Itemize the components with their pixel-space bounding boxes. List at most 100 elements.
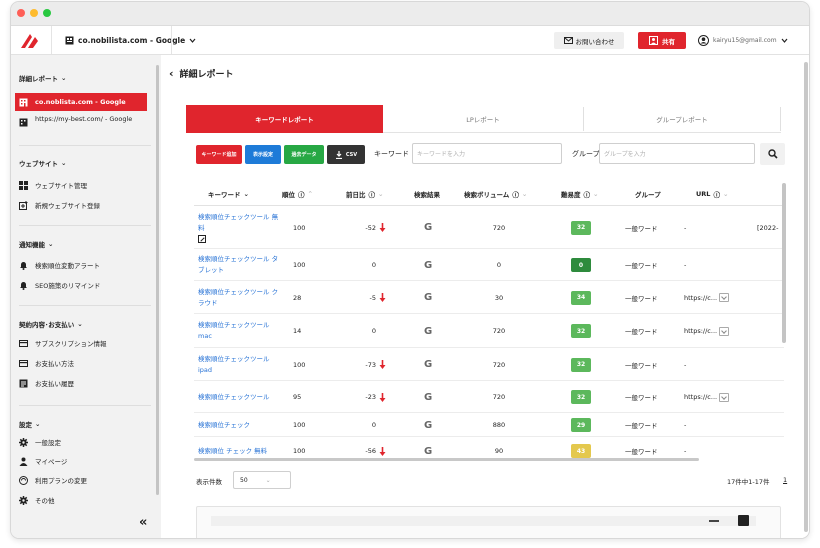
keyword-link[interactable]: 検索順位チェックツール タブレット [198, 254, 284, 276]
google-icon[interactable]: G [424, 292, 432, 303]
tab-group-report[interactable]: グループレポート [583, 105, 781, 133]
tab-keyword-report[interactable]: キーワードレポート [186, 105, 383, 133]
per-page-select[interactable]: 50 ⌄ [233, 471, 291, 489]
share-button[interactable]: 共有 [638, 32, 686, 49]
table-row[interactable]: 検索順位チェックツール タブレット 100 0 G 0 0 一般ワード - [194, 249, 784, 281]
add-keyword-button[interactable]: キーワード追加 [196, 145, 242, 164]
sidebar-website-heading[interactable]: ウェブサイト ⌄ [19, 158, 66, 168]
difficulty-badge: 32 [571, 324, 591, 338]
collapse-sidebar-icon[interactable]: « [139, 515, 147, 530]
column-header-volume[interactable]: 検索ボリューム ⓘ ⌄ [464, 183, 527, 205]
google-icon[interactable]: G [424, 359, 432, 370]
table-row[interactable]: 検索順位チェック 100 0 G 880 29 一般ワード - [194, 413, 784, 437]
sidebar-report-heading[interactable]: 詳細レポート ⌄ [19, 73, 66, 83]
header-label: 検索ボリューム [464, 191, 510, 199]
logo-icon[interactable] [19, 31, 39, 50]
google-icon[interactable]: G [424, 392, 432, 403]
column-header-difficulty[interactable]: 難易度 ⓘ ⌄ [561, 183, 598, 205]
csv-button[interactable]: CSV [327, 145, 365, 164]
sidebar-item-other[interactable]: その他 [19, 495, 55, 505]
volume-value: 720 [492, 393, 506, 401]
display-settings-button[interactable]: 表示設定 [245, 145, 281, 164]
change-value: 0 [371, 421, 376, 429]
page-scrollbar[interactable] [804, 62, 808, 532]
volume-value: 0 [496, 261, 502, 269]
google-icon[interactable]: G [424, 420, 432, 431]
sidebar-item-general[interactable]: 一般設定 [19, 437, 61, 447]
column-header-url[interactable]: URL ⓘ ⌄ [696, 183, 728, 205]
sidebar-settings-heading[interactable]: 設定 ⌄ [19, 419, 40, 429]
table-row[interactable]: 検索順位チェックツール 無料 100 -52 G 720 32 一般ワード - [2022- [194, 206, 784, 249]
sidebar-item-rank-alert[interactable]: 検索順位変動アラート [19, 260, 100, 270]
group-filter-label: グループ [572, 150, 600, 158]
edit-icon[interactable] [198, 235, 206, 243]
column-header-change[interactable]: 前日比 ⓘ ⌄ [346, 183, 383, 205]
table-row[interactable]: 検索順位 チェック 無料 100 -56 G 90 43 一般ワード - [194, 437, 784, 459]
site-selector[interactable]: co.nobilista.com - Google [65, 36, 196, 45]
chevron-down-icon: ⌄ [243, 190, 249, 198]
group-input[interactable]: グループを入力 [599, 143, 755, 164]
keyword-link[interactable]: 検索順位チェックツール クラウド [198, 287, 284, 309]
grid-icon [19, 180, 28, 190]
keyword-link[interactable]: 検索順位チェック [198, 420, 284, 431]
sidebar-contract-heading[interactable]: 契約内容･お支払い ⌄ [19, 319, 83, 329]
google-icon[interactable]: G [424, 446, 432, 457]
table-row[interactable]: 検索順位チェックツール ipad 100 -73 G 720 32 一般ワード - [194, 348, 784, 381]
url-value: - [684, 360, 687, 369]
sidebar-item-mypage[interactable]: マイページ [19, 456, 67, 466]
keyword-input[interactable]: キーワードを入力 [412, 143, 562, 164]
sidebar-item-site-manage[interactable]: ウェブサイト管理 [19, 180, 87, 190]
keyword-link[interactable]: 検索順位チェックツール mac [198, 320, 284, 342]
url-dropdown-icon[interactable] [719, 392, 730, 402]
sidebar-item-seo-remind[interactable]: SEO施策のリマインド [19, 280, 100, 290]
main-content: ‹ 詳細レポート キーワードレポート LPレポート グループレポート キーワード… [161, 55, 809, 538]
tab-lp-report[interactable]: LPレポート [383, 105, 583, 133]
minimize-window-button[interactable] [30, 9, 38, 17]
sidebar-notify-heading[interactable]: 通知機能 ⌄ [19, 239, 53, 249]
rank-value: 28 [293, 293, 302, 302]
maximize-window-button[interactable] [43, 9, 51, 17]
google-icon[interactable]: G [424, 222, 432, 233]
past-data-button[interactable]: 過去データ [284, 145, 324, 164]
keyword-link[interactable]: 検索順位チェックツール ipad [198, 354, 284, 376]
sidebar-item-plan[interactable]: 利用プランの変更 [19, 475, 87, 485]
table-vertical-scrollbar[interactable] [782, 183, 786, 343]
url-dropdown-icon[interactable] [719, 293, 730, 302]
keyword-link[interactable]: 検索順位チェックツール 無料 [198, 212, 284, 234]
arrow-down-icon [379, 223, 386, 232]
sidebar-item-site-add[interactable]: 新規ウェブサイト登録 [19, 200, 100, 210]
info-icon: ⓘ [298, 191, 305, 199]
table-row[interactable]: 検索順位チェックツール 95 -23 G 720 32 一般ワード https://c... [194, 381, 784, 413]
search-button[interactable] [760, 143, 785, 165]
sidebar-item-history[interactable]: お支払い履歴 [19, 378, 74, 388]
sidebar-item-label: 検索順位変動アラート [35, 262, 100, 270]
close-window-button[interactable] [17, 9, 25, 17]
header-label: 順位 [282, 191, 295, 199]
maximize-icon[interactable] [738, 515, 749, 526]
back-icon[interactable]: ‹ [169, 67, 174, 80]
url-dropdown-icon[interactable] [719, 326, 730, 336]
keyword-link[interactable]: 検索順位 チェック 無料 [198, 446, 284, 457]
sidebar-item-payment[interactable]: お支払い方法 [19, 358, 74, 368]
sidebar-item-site-1[interactable]: co.noblista.com - Google [15, 93, 147, 111]
google-icon[interactable]: G [424, 260, 432, 271]
user-menu[interactable]: kairyu15@gmail.com [698, 35, 788, 46]
table-horizontal-scrollbar[interactable] [194, 458, 699, 461]
page-link-1[interactable]: 1 [783, 476, 787, 484]
url-value: - [684, 447, 687, 455]
contact-button[interactable]: お問い合わせ [554, 32, 624, 49]
minimize-icon[interactable] [709, 520, 719, 522]
column-header-rank[interactable]: 順位 ⓘ ⌃ [282, 183, 313, 205]
sidebar-item-subscription[interactable]: サブスクリプション情報 [19, 338, 107, 348]
group-value: 一般ワード [625, 422, 658, 430]
table-row[interactable]: 検索順位チェックツール mac 14 0 G 720 32 一般ワード https://c..… [194, 314, 784, 348]
gear-icon [19, 495, 28, 505]
pagination-summary: 17件中1-17件 [727, 478, 770, 486]
column-header-keyword[interactable]: キーワード ⌄ [208, 183, 249, 205]
keyword-link[interactable]: 検索順位チェックツール [198, 392, 284, 403]
sidebar-scrollbar[interactable] [156, 65, 159, 495]
site-icon [65, 36, 74, 45]
table-row[interactable]: 検索順位チェックツール クラウド 28 -5 G 30 34 一般ワード https://c.… [194, 281, 784, 314]
google-icon[interactable]: G [424, 326, 432, 337]
sidebar-item-site-2[interactable]: https://my-best.com/ - Google [19, 115, 143, 127]
